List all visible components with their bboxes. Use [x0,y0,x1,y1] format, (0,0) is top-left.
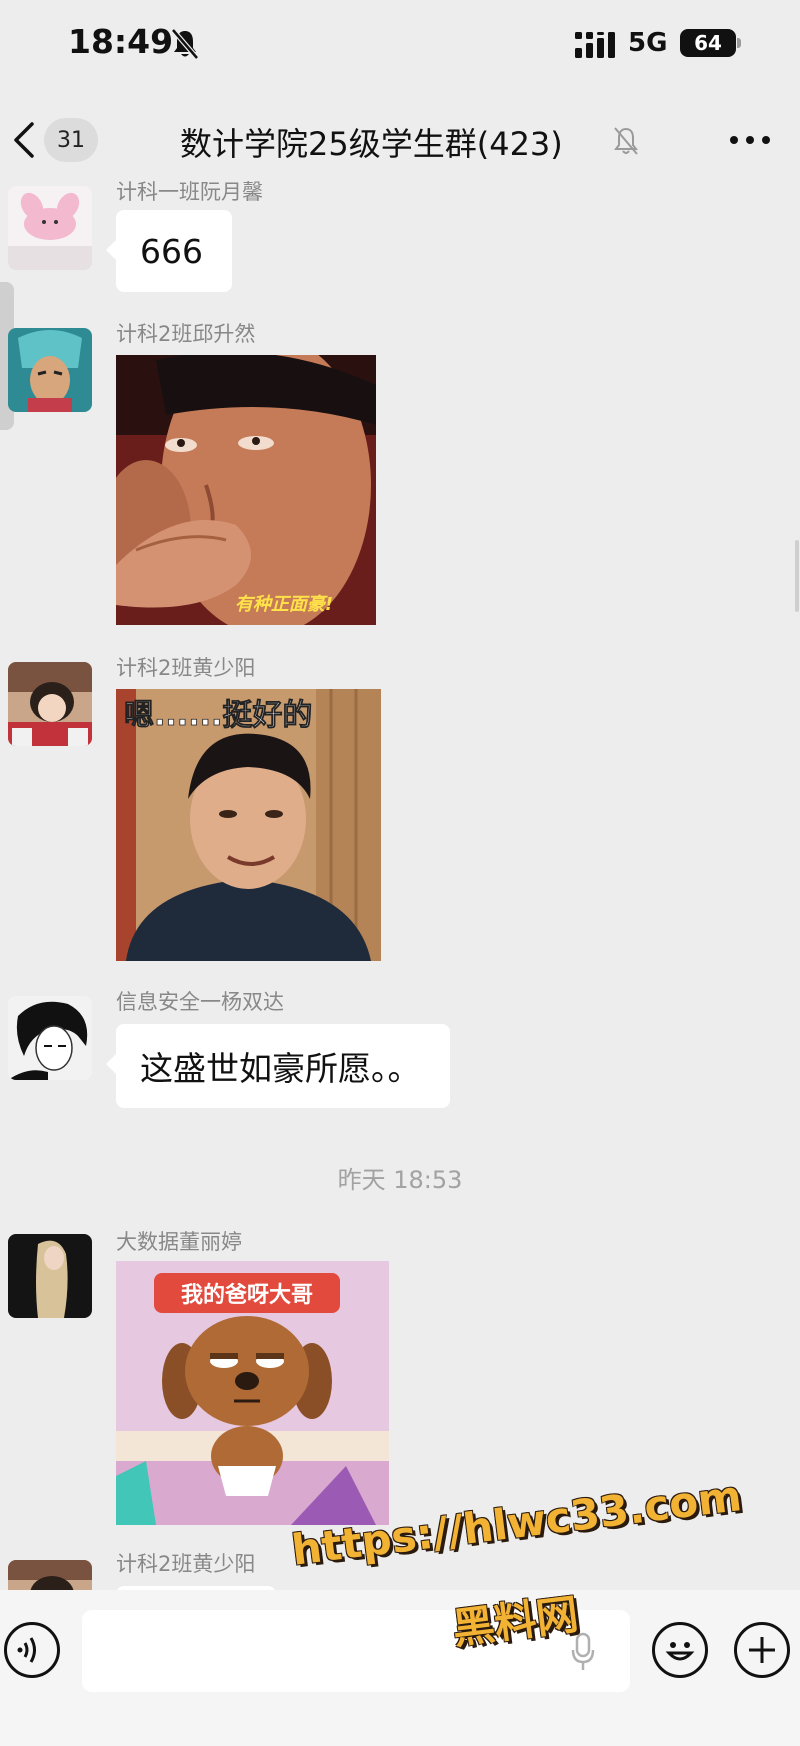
status-bar: 18:49 5G 64 [0,0,800,90]
watermark-name: 黑料网 [449,1589,581,1654]
plus-button[interactable] [734,1622,790,1678]
sticker-caption: 我的爸呀大哥 [181,1282,313,1308]
avatar[interactable] [8,996,92,1080]
status-time: 18:49 [68,22,174,61]
chat-title: 数计学院25级学生群(423) [180,125,563,163]
battery-tip [737,38,741,48]
sender-name: 计科2班邱升然 [116,322,256,346]
sender-name: 计科一班阮月馨 [116,180,263,204]
scrollbar[interactable] [795,540,799,612]
back-button[interactable]: 31 [10,115,106,165]
unread-badge: 31 [44,118,98,162]
voice-icon [17,1637,36,1663]
avatar[interactable] [8,186,92,270]
voice-button[interactable] [4,1622,60,1678]
nav-bar: 31 数计学院25级学生群(423) [0,95,800,185]
watermark: https://hlwc33.com 黑料网 [289,1471,744,1666]
message-text: 这盛世如豪所愿。。 [140,1049,421,1088]
battery-icon: 64 [680,29,736,57]
sticker-image[interactable]: 我的爸呀大哥 [116,1261,389,1525]
sticker-caption: 有种正面豪! [235,594,333,615]
bell-slash-icon [171,28,199,60]
sender-name: 大数据董丽婷 [116,1230,242,1254]
sender-name: 计科2班黄少阳 [116,1552,256,1576]
back-chevron-icon [14,122,34,158]
message-text: 666 [140,231,203,271]
sticker-image[interactable]: 有种正面豪! [116,355,376,625]
avatar[interactable] [8,662,92,746]
sender-name: 计科2班黄少阳 [116,656,256,680]
message-bubble[interactable]: 666 [106,210,232,292]
avatar[interactable] [8,328,92,412]
more-icon[interactable] [728,133,772,147]
avatar[interactable] [8,1234,92,1318]
message-bubble[interactable]: 这盛世如豪所愿。。 [106,1024,450,1108]
mute-icon [614,127,638,155]
sticker-image[interactable]: 嗯......挺好的 [116,689,381,961]
sticker-caption: 嗯......挺好的 [124,698,312,733]
sender-name: 信息安全一杨双达 [116,990,284,1014]
network-type: 5G [628,28,668,58]
plus-icon [749,1637,775,1663]
timestamp-divider: 昨天 18:53 [337,1166,463,1194]
signal-icon [575,32,615,58]
